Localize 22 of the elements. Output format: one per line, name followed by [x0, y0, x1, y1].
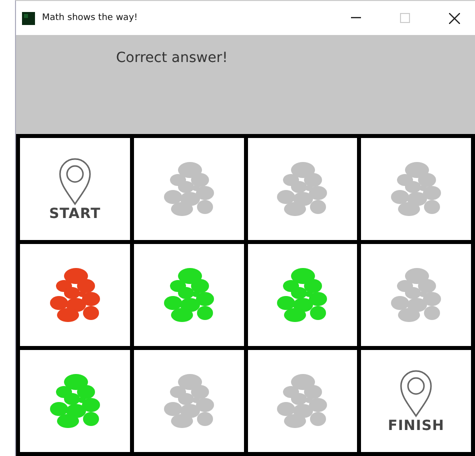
grid-cell[interactable] — [134, 244, 244, 346]
grid-cell[interactable] — [20, 350, 130, 452]
maximize-icon — [400, 13, 410, 23]
grid-cell[interactable] — [248, 244, 358, 346]
grid-cell[interactable] — [134, 138, 244, 240]
grid-cell[interactable]: START — [20, 138, 130, 240]
grid-cell[interactable]: FINISH — [361, 350, 471, 452]
grid-cell[interactable] — [248, 138, 358, 240]
grid-cell[interactable] — [361, 244, 471, 346]
grid-cell[interactable] — [248, 350, 358, 452]
location-pin-icon — [56, 156, 93, 206]
grid-cell[interactable] — [20, 244, 130, 346]
location-pin-icon — [398, 368, 434, 418]
grid-cell[interactable] — [134, 350, 244, 452]
message-text: Correct answer! — [116, 50, 228, 66]
cell-label: FINISH — [388, 418, 444, 434]
window-title: Math shows the way! — [42, 13, 139, 23]
grid-cell[interactable] — [361, 138, 471, 240]
minimize-icon — [351, 17, 361, 19]
app-icon — [22, 12, 35, 24]
close-icon — [448, 12, 460, 24]
cell-label: START — [49, 206, 101, 222]
